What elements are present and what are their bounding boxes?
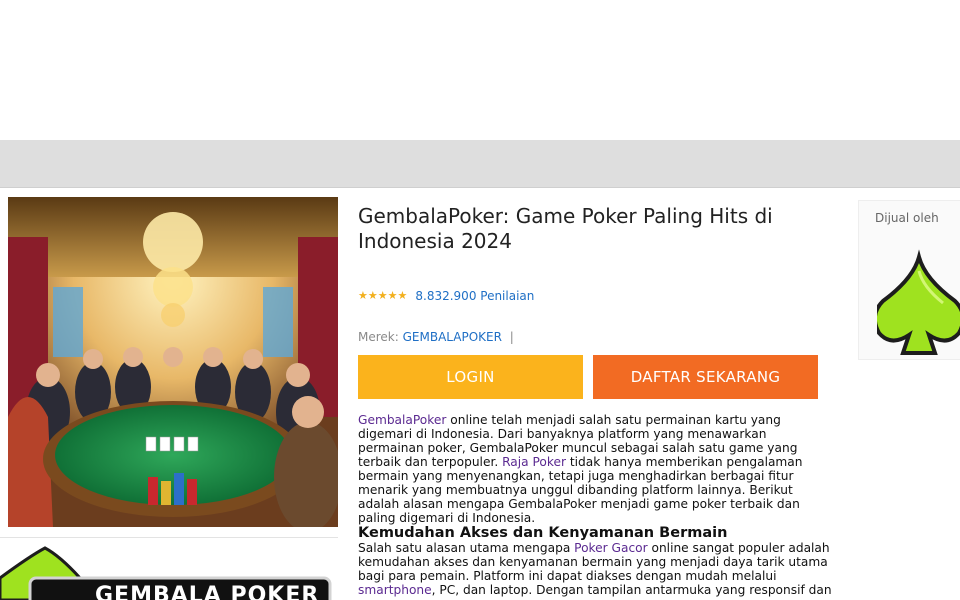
brand-separator: |	[509, 330, 514, 344]
seller-label: Dijual oleh	[875, 211, 939, 225]
product-title: GembalaPoker: Game Poker Paling Hits di …	[358, 204, 773, 253]
gembalapoker-link[interactable]: GembalaPoker	[358, 413, 446, 427]
brand-label: Merek:	[358, 330, 399, 344]
poker-gacor-link[interactable]: Poker Gacor	[574, 541, 647, 555]
article-paragraph-2: Salah satu alasan utama mengapa Poker Ga…	[358, 541, 832, 597]
paragraph-text: , PC, dan laptop. Dengan tampilan antarm…	[431, 583, 832, 597]
article-content: GembalaPoker online telah menjadi salah …	[358, 413, 832, 597]
navigation-bar	[0, 140, 960, 188]
star-icon: ★	[397, 289, 408, 302]
login-button[interactable]: LOGIN	[358, 355, 583, 399]
rating-count-link[interactable]: 8.832.900 Penilaian	[415, 289, 534, 303]
star-icon: ★	[387, 289, 398, 302]
article-paragraph-1: GembalaPoker online telah menjadi salah …	[358, 413, 832, 525]
daftar-sekarang-button[interactable]: DAFTAR SEKARANG	[593, 355, 818, 399]
section-heading: Kemudahan Akses dan Kenyamanan Bermain	[358, 525, 728, 541]
star-icon: ★	[367, 289, 378, 302]
star-icon: ★	[377, 289, 388, 302]
rating-row: ★ ★ ★ ★ ★ 8.832.900 Penilaian	[358, 289, 534, 303]
rating-stars: ★ ★ ★ ★ ★	[358, 290, 407, 302]
seller-card[interactable]: Dijual oleh	[858, 200, 960, 360]
top-blank-area	[0, 0, 960, 140]
star-icon: ★	[358, 289, 368, 302]
product-hero-image[interactable]	[8, 197, 338, 527]
gembalapoker-logo-thumb: GEMBALA POKER	[0, 546, 332, 600]
thumbnail-logo-image[interactable]: GEMBALA POKER	[0, 538, 338, 600]
paragraph-text: Salah satu alasan utama mengapa	[358, 541, 575, 555]
brand-link[interactable]: GEMBALAPOKER	[403, 330, 502, 344]
raja-poker-link[interactable]: Raja Poker	[502, 455, 566, 469]
thumbnail-logo-text: GEMBALA POKER	[95, 583, 319, 600]
smartphone-link[interactable]: smartphone	[358, 583, 432, 597]
seller-spade-logo	[877, 249, 960, 355]
brand-line: Merek: GEMBALAPOKER |	[358, 330, 514, 344]
poker-room-illustration	[8, 197, 338, 527]
